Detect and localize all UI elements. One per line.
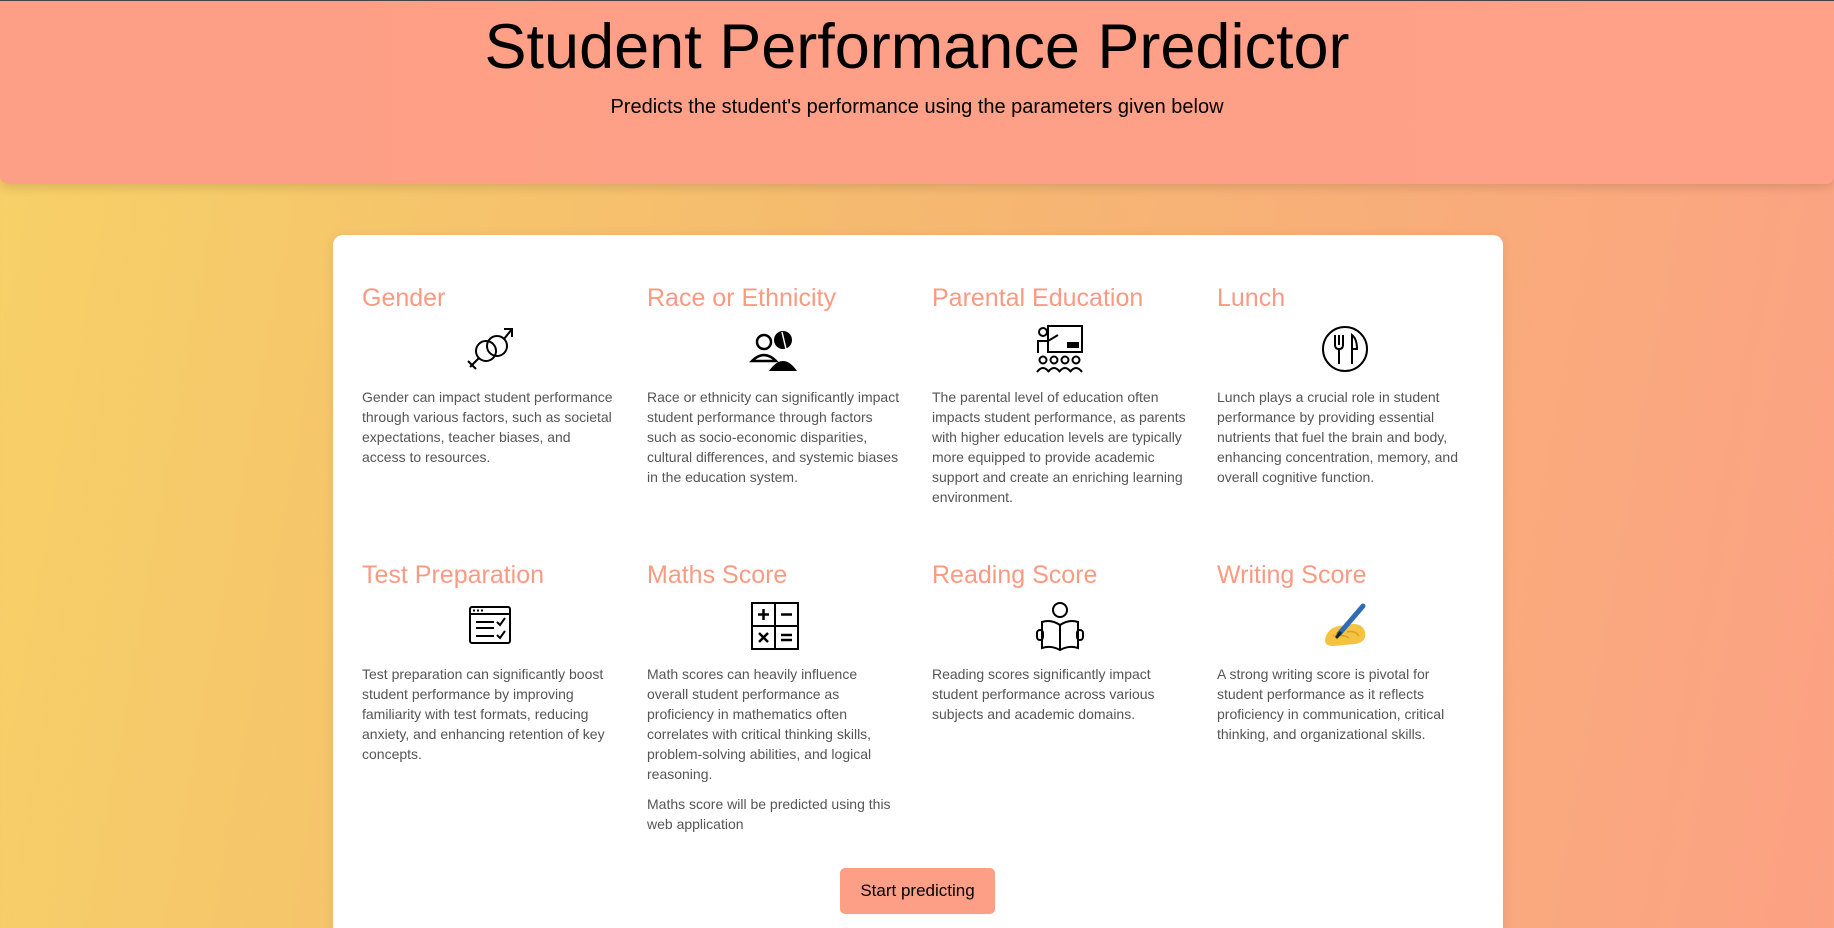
- ethnicity-icon: [748, 323, 801, 375]
- feature-description: The parental level of education often im…: [932, 389, 1186, 505]
- feature-title: Lunch: [1217, 284, 1286, 312]
- feature-lunch: Lunch Lunch plays a crucial role in stud…: [1217, 283, 1472, 487]
- start-predicting-button[interactable]: Start predicting: [840, 868, 995, 914]
- writing-hand-icon: [1319, 600, 1371, 652]
- feature-description: Gender can impact student performance th…: [362, 389, 613, 465]
- feature-reading-score: Reading Score Reading scores significant…: [932, 560, 1187, 724]
- feature-title: Writing Score: [1217, 561, 1367, 589]
- page-title: Student Performance Predictor: [484, 12, 1350, 82]
- feature-description: Math scores can heavily influence overal…: [647, 666, 872, 782]
- page-subtitle: Predicts the student's performance using…: [610, 96, 1224, 118]
- feature-title: Parental Education: [932, 284, 1144, 312]
- reading-icon: [1034, 600, 1086, 652]
- feature-parental-education: Parental Education The parental level of…: [932, 283, 1187, 507]
- feature-description: A strong writing score is pivotal for st…: [1217, 666, 1445, 742]
- feature-writing-score: Writing Score A strong writing score is …: [1217, 560, 1472, 744]
- feature-test-preparation: Test Preparation Test preparation can si…: [362, 560, 617, 764]
- feature-title: Test Preparation: [362, 561, 545, 589]
- feature-title: Gender: [362, 284, 446, 312]
- feature-title: Maths Score: [647, 561, 788, 589]
- feature-description: Reading scores significantly impact stud…: [932, 666, 1155, 722]
- checklist-icon: [464, 600, 516, 652]
- feature-title: Reading Score: [932, 561, 1098, 589]
- feature-gender: Gender Gender can impact student perform…: [362, 283, 617, 467]
- page-header: Student Performance Predictor Predicts t…: [0, 0, 1834, 184]
- feature-note: Maths score will be predicted using this…: [647, 796, 891, 832]
- gender-icon: [464, 323, 516, 375]
- features-card: Gender Gender can impact student perform…: [333, 235, 1503, 928]
- calculator-icon: [749, 600, 801, 652]
- feature-description: Race or ethnicity can significantly impa…: [647, 389, 900, 485]
- fork-knife-icon: [1319, 323, 1371, 375]
- feature-title: Race or Ethnicity: [647, 284, 836, 312]
- teacher-icon: [1034, 323, 1086, 375]
- feature-description: Test preparation can significantly boost…: [362, 666, 605, 762]
- feature-race-ethnicity: Race or Ethnicity Race or ethnicity can …: [647, 283, 902, 487]
- feature-maths-score: Maths Score Math scores can heavily infl…: [647, 560, 902, 834]
- feature-description: Lunch plays a crucial role in student pe…: [1217, 389, 1458, 485]
